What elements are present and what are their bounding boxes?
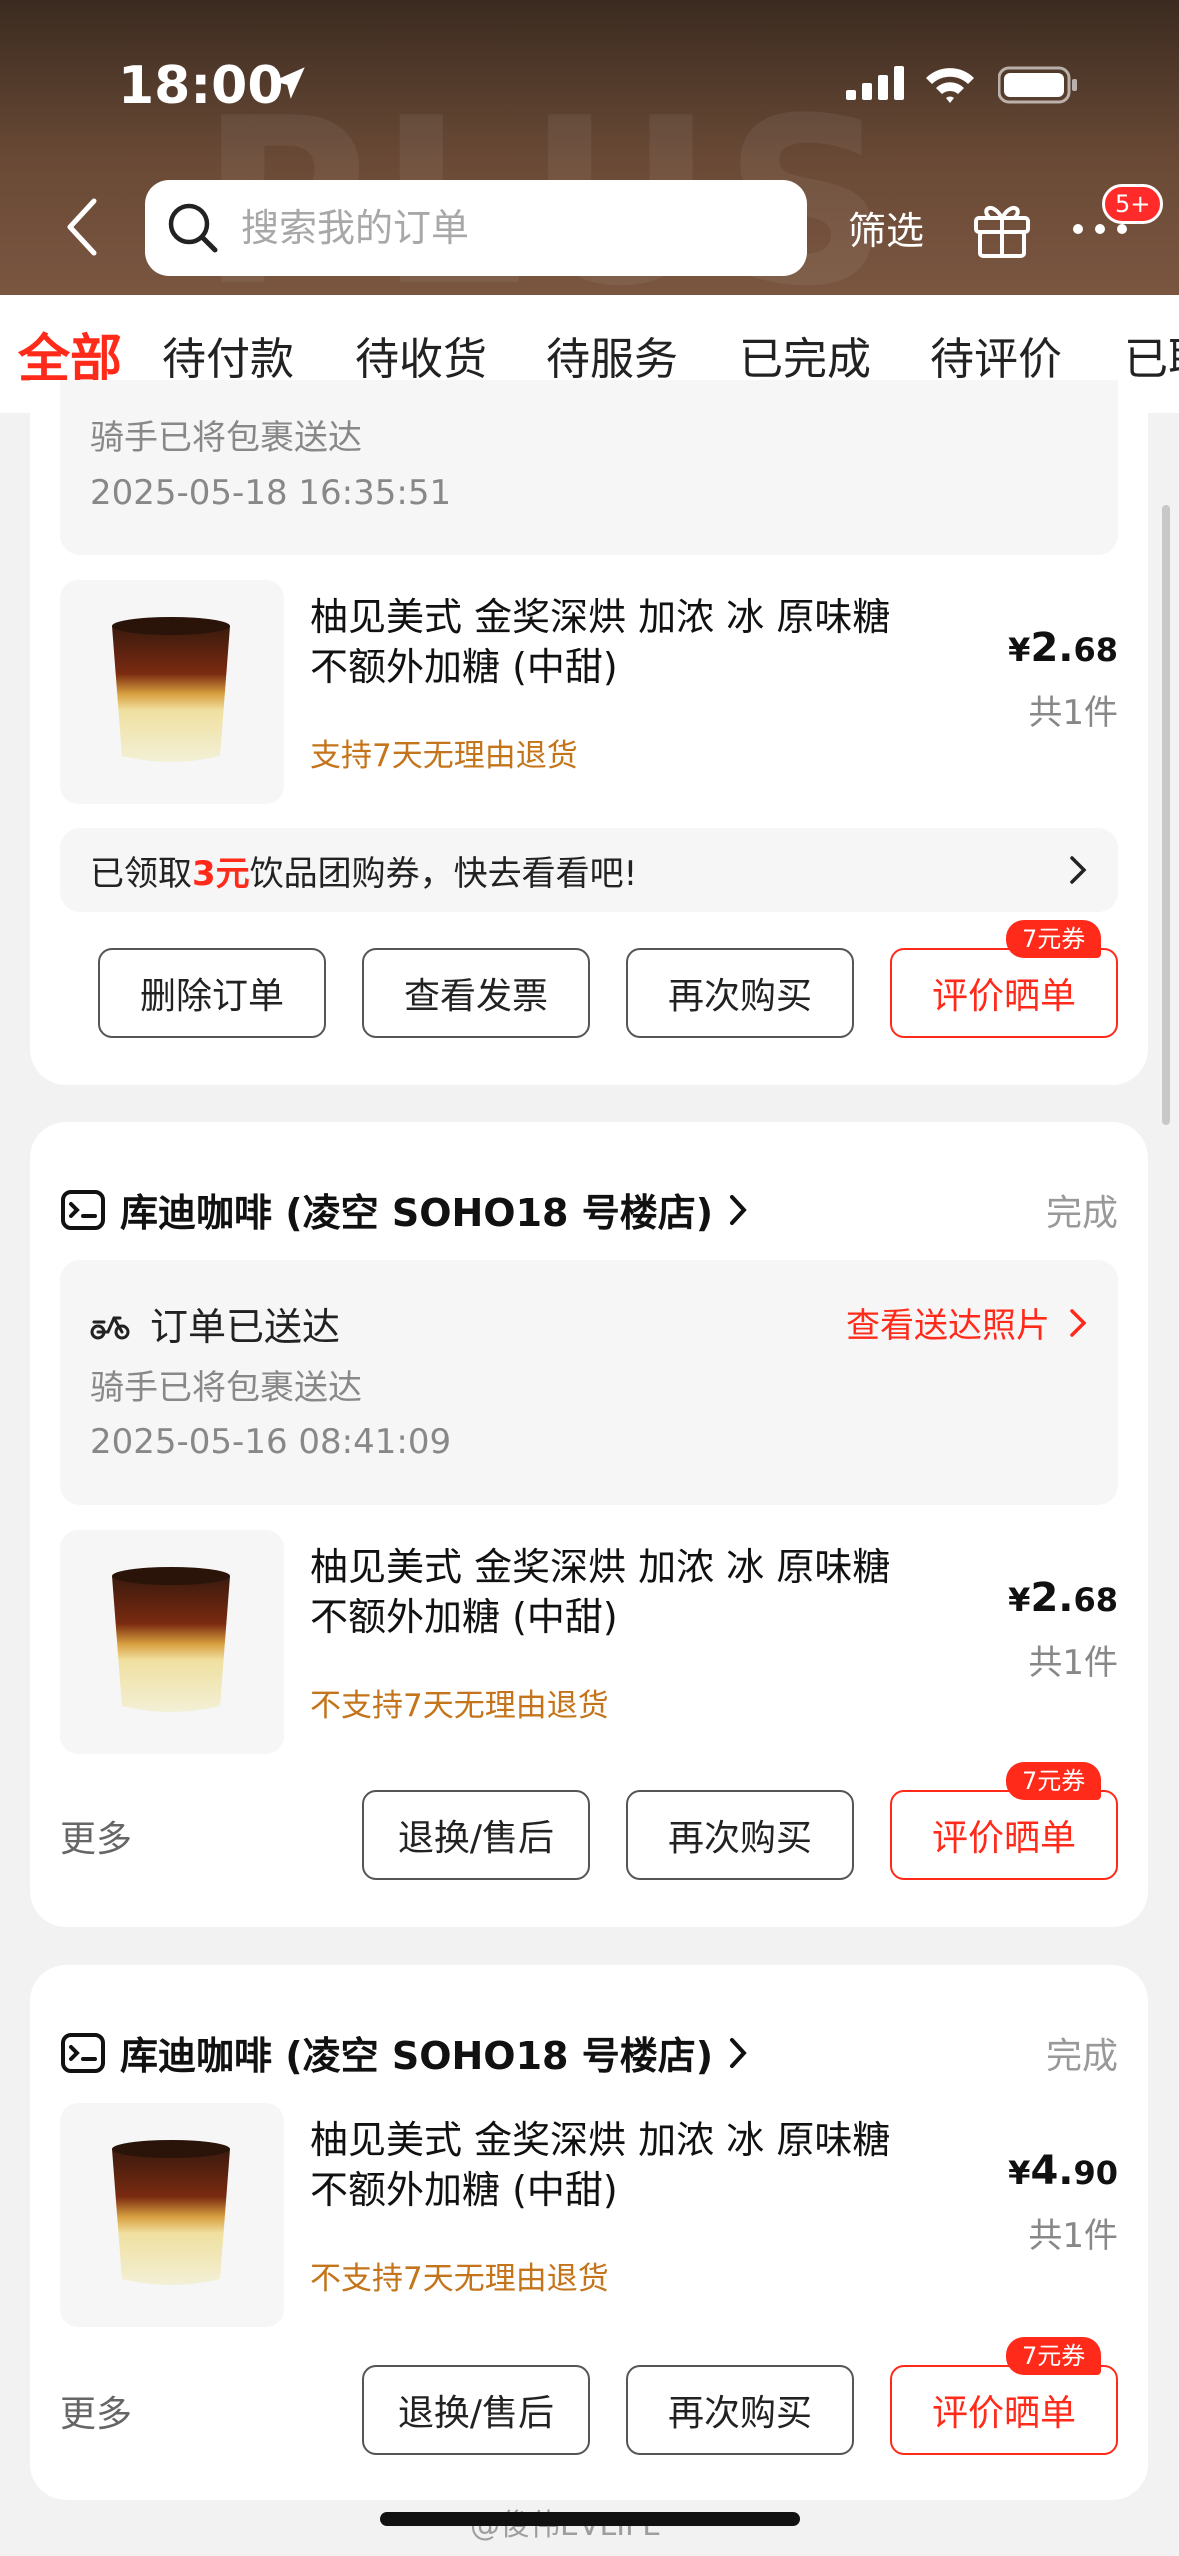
tab-completed[interactable]: 已完成 <box>739 323 871 387</box>
chevron-right-icon <box>1070 1308 1087 1337</box>
delivery-title: 订单已送达 <box>90 1296 340 1351</box>
filter-button[interactable]: 筛选 <box>848 200 924 255</box>
product-thumbnail[interactable] <box>60 2103 284 2327</box>
scrollbar[interactable] <box>1162 505 1170 1125</box>
delivery-time: 2025-05-18 16:35:51 <box>90 473 452 513</box>
coffee-cup-image <box>112 2140 230 2285</box>
shop-header[interactable]: 库迪咖啡 (凌空 SOHO18 号楼店) <box>60 2025 749 2080</box>
coupon-banner[interactable]: 已领取 3元 饮品团购券，快去看看吧! <box>60 828 1118 912</box>
status-time: 18:00 <box>118 56 284 116</box>
tab-pending-receipt[interactable]: 待收货 <box>355 323 487 387</box>
review-button[interactable]: 评价晒单 <box>890 1790 1118 1880</box>
return-after-sales-button[interactable]: 退换/售后 <box>362 2365 590 2455</box>
search-bar[interactable] <box>145 180 807 276</box>
buy-again-button[interactable]: 再次购买 <box>626 1790 854 1880</box>
cellular-signal-icon <box>846 66 904 100</box>
location-arrow-icon <box>273 67 305 99</box>
delivery-status-box: 骑手已将包裹送达 2025-05-18 16:35:51 <box>60 380 1118 555</box>
product-thumbnail[interactable] <box>60 1530 284 1754</box>
chevron-right-icon <box>730 1194 747 1225</box>
order-status: 完成 <box>1045 2036 1118 2077</box>
shop-header[interactable]: 库迪咖啡 (凌空 SOHO18 号楼店) <box>60 1182 749 1237</box>
shop-icon <box>61 2032 105 2073</box>
return-policy-note: 不支持7天无理由退货 <box>310 2261 609 2297</box>
tab-pending-review[interactable]: 待评价 <box>930 323 1062 387</box>
more-actions-link[interactable]: 更多 <box>60 1810 132 1862</box>
coffee-cup-image <box>112 1567 230 1712</box>
order-card: 库迪咖啡 (凌空 SOHO18 号楼店) 完成 订单已送达 查看送达照片 骑手已… <box>30 1122 1148 1927</box>
view-delivery-photo-link[interactable]: 查看送达照片 <box>846 1298 1088 1347</box>
gift-icon[interactable] <box>970 196 1034 260</box>
battery-icon <box>998 66 1077 104</box>
chevron-right-icon <box>1070 856 1087 884</box>
delete-order-button[interactable]: 删除订单 <box>98 948 326 1038</box>
product-name[interactable]: 柚见美式 金奖深烘 加浓 冰 原味糖 不额外加糖 (中甜) <box>310 1542 970 1642</box>
buy-again-button[interactable]: 再次购买 <box>626 948 854 1038</box>
notification-badge: 5+ <box>1102 184 1164 224</box>
return-after-sales-button[interactable]: 退换/售后 <box>362 1790 590 1880</box>
chevron-right-icon <box>730 2037 747 2068</box>
order-status: 完成 <box>1045 1193 1118 1234</box>
more-actions-link[interactable]: 更多 <box>60 2385 132 2437</box>
product-price: ¥2.68 <box>1008 625 1118 671</box>
product-thumbnail[interactable] <box>60 580 284 804</box>
shop-name: 库迪咖啡 (凌空 SOHO18 号楼店) <box>120 1191 714 1235</box>
coupon-tag: 7元券 <box>1006 920 1102 958</box>
tab-pending-service[interactable]: 待服务 <box>546 323 678 387</box>
shop-name: 库迪咖啡 (凌空 SOHO18 号楼店) <box>120 2034 714 2078</box>
product-name[interactable]: 柚见美式 金奖深烘 加浓 冰 原味糖 不额外加糖 (中甜) <box>310 592 970 692</box>
product-quantity: 共1件 <box>1028 2216 1118 2256</box>
back-chevron-icon[interactable] <box>60 195 104 259</box>
review-button[interactable]: 评价晒单 <box>890 2365 1118 2455</box>
delivery-subtitle: 骑手已将包裹送达 <box>90 1368 362 1408</box>
product-price: ¥2.68 <box>1008 1575 1118 1621</box>
tab-cancelled[interactable]: 已取 <box>1124 323 1179 387</box>
view-invoice-button[interactable]: 查看发票 <box>362 948 590 1038</box>
status-bar: 18:00 <box>0 0 1179 175</box>
delivery-time: 2025-05-16 08:41:09 <box>90 1422 452 1462</box>
search-input[interactable] <box>241 206 761 250</box>
product-price: ¥4.90 <box>1008 2148 1118 2194</box>
scooter-icon <box>90 1316 130 1339</box>
order-card: 库迪咖啡 (凌空 SOHO18 号楼店) 完成 柚见美式 金奖深烘 加浓 冰 原… <box>30 1965 1148 2500</box>
buy-again-button[interactable]: 再次购买 <box>626 2365 854 2455</box>
product-quantity: 共1件 <box>1028 1643 1118 1683</box>
coffee-cup-image <box>112 617 230 762</box>
tab-pending-payment[interactable]: 待付款 <box>162 323 294 387</box>
return-policy-note: 不支持7天无理由退货 <box>310 1688 609 1724</box>
return-policy-note: 支持7天无理由退货 <box>310 738 578 774</box>
delivery-status-box: 订单已送达 查看送达照片 骑手已将包裹送达 2025-05-16 08:41:0… <box>60 1260 1118 1505</box>
coupon-tag: 7元券 <box>1006 2337 1102 2375</box>
search-icon <box>168 203 218 253</box>
shop-icon <box>61 1189 105 1230</box>
order-card: 骑手已将包裹送达 2025-05-18 16:35:51 柚见美式 金奖深烘 加… <box>30 380 1148 1085</box>
product-name[interactable]: 柚见美式 金奖深烘 加浓 冰 原味糖 不额外加糖 (中甜) <box>310 2115 970 2215</box>
wifi-icon <box>926 68 974 103</box>
home-indicator[interactable] <box>380 2512 800 2526</box>
review-button[interactable]: 评价晒单 <box>890 948 1118 1038</box>
delivery-subtitle: 骑手已将包裹送达 <box>90 418 362 458</box>
coupon-tag: 7元券 <box>1006 1762 1102 1800</box>
product-quantity: 共1件 <box>1028 693 1118 733</box>
header: PLUS 18:00 筛选 5+ <box>0 0 1179 295</box>
